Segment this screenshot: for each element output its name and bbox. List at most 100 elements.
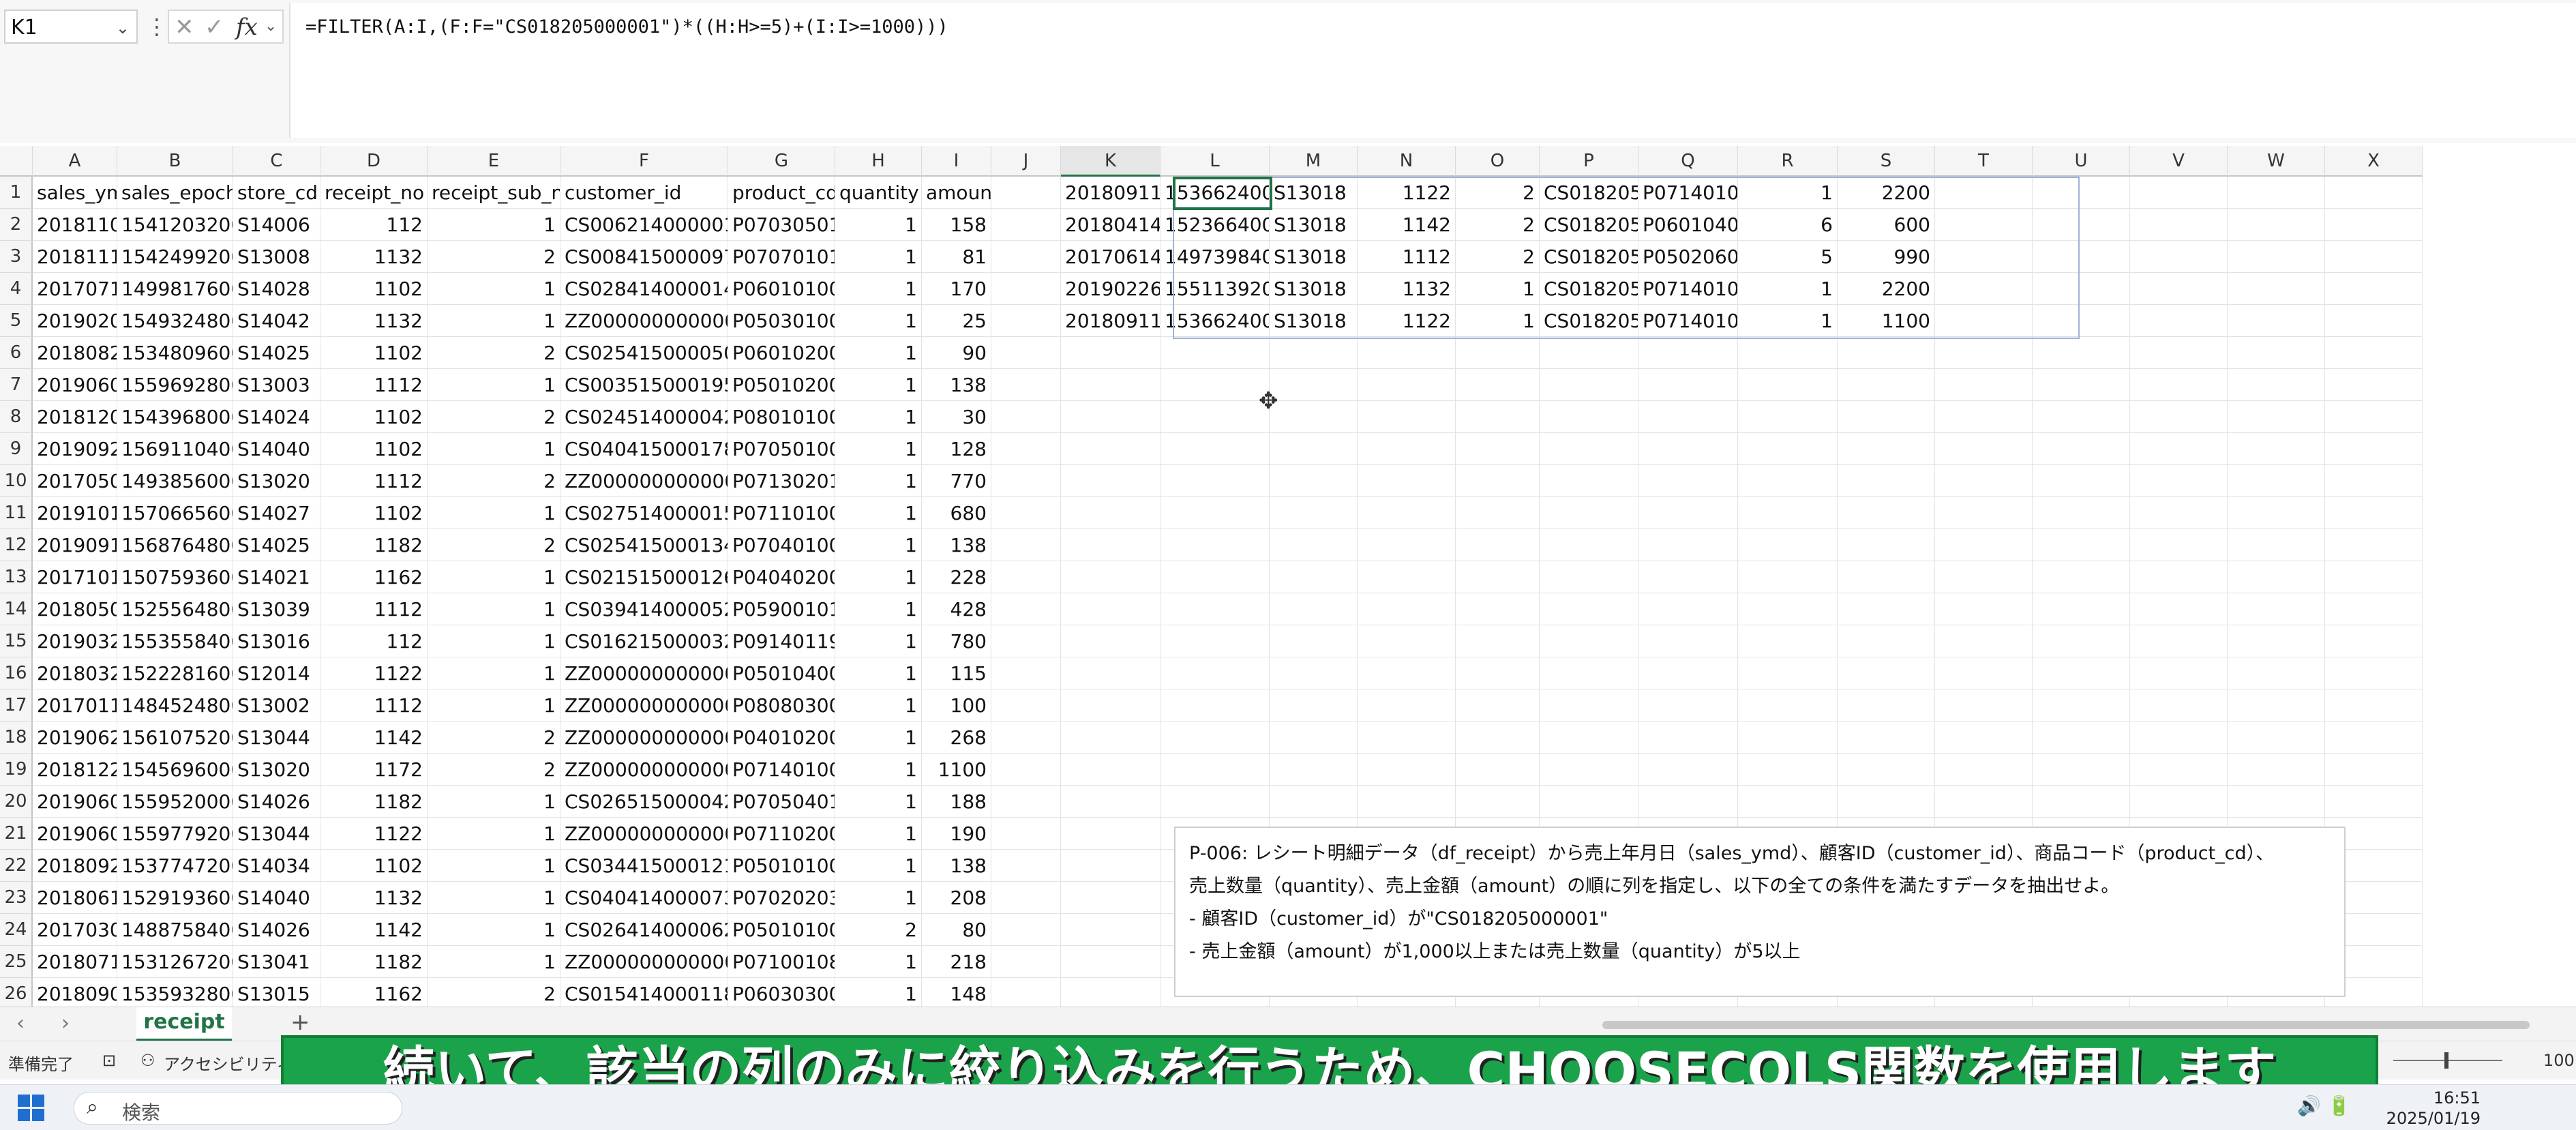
empty-cell[interactable] <box>1540 689 1638 722</box>
table-cell[interactable]: 228 <box>922 561 991 593</box>
row-header-5[interactable]: 5 <box>0 305 33 337</box>
empty-cell[interactable] <box>1935 209 2033 241</box>
empty-cell[interactable] <box>1638 369 1738 401</box>
table-cell[interactable]: 1 <box>428 882 560 914</box>
table-cell[interactable]: P070202032 <box>728 882 835 914</box>
table-cell[interactable]: S13015 <box>233 978 320 1010</box>
empty-cell[interactable] <box>1270 497 1358 529</box>
empty-cell[interactable] <box>1358 754 1456 786</box>
empty-cell[interactable] <box>2130 209 2228 241</box>
spill-cell[interactable]: 2200 <box>1838 177 1935 209</box>
empty-cell[interactable] <box>2228 465 2325 497</box>
column-header-d[interactable]: D <box>320 146 428 177</box>
empty-cell[interactable] <box>1540 754 1638 786</box>
table-cell[interactable]: 1182 <box>320 786 428 818</box>
empty-cell[interactable] <box>1270 786 1358 818</box>
table-cell[interactable]: CS021515000126 <box>560 561 728 593</box>
table-cell[interactable]: CS006214000001 <box>560 209 728 241</box>
table-cell[interactable]: 1 <box>835 722 922 754</box>
table-cell[interactable]: 1 <box>835 273 922 305</box>
table-cell[interactable]: 80 <box>922 914 991 946</box>
table-cell[interactable]: P071102002 <box>728 818 835 850</box>
empty-cell[interactable] <box>1935 529 2033 561</box>
empty-cell[interactable] <box>2033 529 2130 561</box>
table-cell[interactable]: 1 <box>835 689 922 722</box>
table-cell[interactable]: 1 <box>428 561 560 593</box>
empty-cell[interactable] <box>1160 689 1270 722</box>
table-cell[interactable]: 20181118 <box>33 241 117 273</box>
empty-cell[interactable] <box>2325 209 2423 241</box>
empty-cell[interactable] <box>1160 337 1270 369</box>
empty-cell[interactable] <box>2130 786 2228 818</box>
table-cell[interactable]: 1 <box>835 786 922 818</box>
empty-cell[interactable] <box>1935 465 2033 497</box>
spill-cell[interactable]: 1100 <box>1838 305 1935 337</box>
table-cell[interactable]: 20181225 <box>33 754 117 786</box>
table-cell[interactable]: 1531267200 <box>117 946 233 978</box>
chevron-down-icon[interactable]: ⌄ <box>116 11 130 45</box>
row-header-12[interactable]: 12 <box>0 529 33 561</box>
column-header-q[interactable]: Q <box>1638 146 1738 177</box>
row-header-18[interactable]: 18 <box>0 722 33 754</box>
empty-cell[interactable] <box>991 209 1061 241</box>
header-cell[interactable]: receipt_no <box>320 177 428 209</box>
table-cell[interactable]: ZZ000000000000 <box>560 818 728 850</box>
empty-cell[interactable] <box>1738 529 1838 561</box>
column-header-o[interactable]: O <box>1456 146 1540 177</box>
table-cell[interactable]: CS024514000042 <box>560 401 728 433</box>
empty-cell[interactable] <box>1270 657 1358 689</box>
table-cell[interactable]: CS008415000097 <box>560 241 728 273</box>
empty-cell[interactable] <box>1456 465 1540 497</box>
empty-cell[interactable] <box>2228 754 2325 786</box>
empty-cell[interactable] <box>1061 657 1160 689</box>
column-header-g[interactable]: G <box>728 146 835 177</box>
spill-cell[interactable]: 1132 <box>1358 273 1456 305</box>
table-cell[interactable]: S13016 <box>233 625 320 657</box>
empty-cell[interactable] <box>1838 369 1935 401</box>
table-cell[interactable]: P070401002 <box>728 529 835 561</box>
empty-cell[interactable] <box>2228 177 2325 209</box>
empty-cell[interactable] <box>1456 401 1540 433</box>
table-cell[interactable]: 1102 <box>320 273 428 305</box>
table-cell[interactable]: 138 <box>922 529 991 561</box>
spill-cell[interactable]: 2 <box>1456 209 1540 241</box>
table-cell[interactable]: 1 <box>835 209 922 241</box>
row-header-20[interactable]: 20 <box>0 786 33 818</box>
table-cell[interactable]: ZZ000000000000 <box>560 465 728 497</box>
table-cell[interactable]: P050101001 <box>728 914 835 946</box>
table-cell[interactable]: 2 <box>428 722 560 754</box>
empty-cell[interactable] <box>1061 625 1160 657</box>
table-cell[interactable]: 1102 <box>320 401 428 433</box>
spill-cell[interactable]: 1551139200 <box>1160 273 1270 305</box>
table-cell[interactable]: 2 <box>428 978 560 1010</box>
table-cell[interactable]: 208 <box>922 882 991 914</box>
table-cell[interactable]: P059001019 <box>728 593 835 625</box>
table-cell[interactable]: S13020 <box>233 754 320 786</box>
empty-cell[interactable] <box>2325 529 2423 561</box>
empty-cell[interactable] <box>2325 722 2423 754</box>
table-cell[interactable]: 1545696000 <box>117 754 233 786</box>
table-cell[interactable]: 1507593600 <box>117 561 233 593</box>
empty-cell[interactable] <box>1358 433 1456 465</box>
empty-cell[interactable] <box>1061 689 1160 722</box>
empty-cell[interactable] <box>1456 593 1540 625</box>
spill-cell[interactable]: 1 <box>1456 273 1540 305</box>
empty-cell[interactable] <box>1540 625 1638 657</box>
empty-cell[interactable] <box>2130 433 2228 465</box>
empty-cell[interactable] <box>2130 561 2228 593</box>
empty-cell[interactable] <box>2033 369 2130 401</box>
empty-cell[interactable] <box>1540 529 1638 561</box>
table-cell[interactable]: 1 <box>835 561 922 593</box>
table-cell[interactable]: 1 <box>428 497 560 529</box>
column-header-n[interactable]: N <box>1358 146 1456 177</box>
table-cell[interactable]: 1102 <box>320 433 428 465</box>
empty-cell[interactable] <box>1061 593 1160 625</box>
table-cell[interactable]: CS027514000015 <box>560 497 728 529</box>
empty-cell[interactable] <box>1935 561 2033 593</box>
header-cell[interactable]: sales_ymd <box>33 177 117 209</box>
table-cell[interactable]: S14034 <box>233 850 320 882</box>
table-cell[interactable]: P080803001 <box>728 689 835 722</box>
table-cell[interactable]: 1529193600 <box>117 882 233 914</box>
table-cell[interactable]: 1 <box>428 273 560 305</box>
empty-cell[interactable] <box>991 593 1061 625</box>
